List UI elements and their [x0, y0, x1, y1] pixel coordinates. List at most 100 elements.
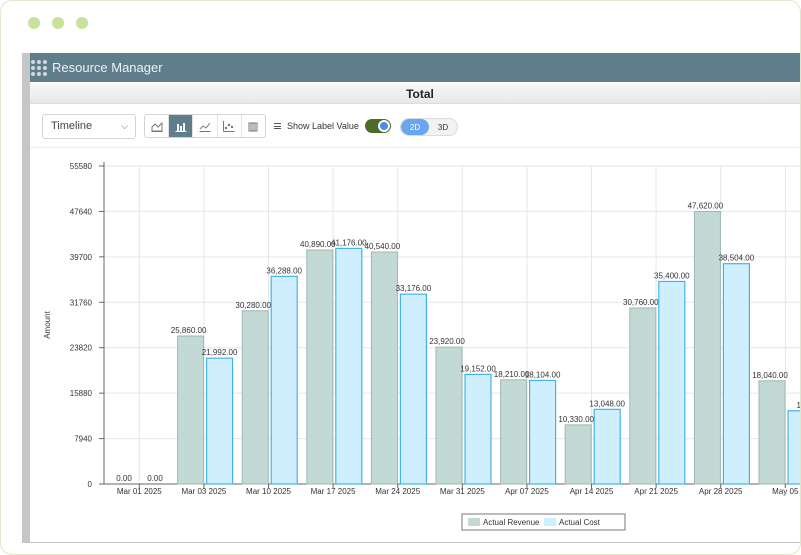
stacked-bar-chart-icon [248, 122, 258, 131]
data-label-actual-cost: 21,992.00 [202, 348, 238, 357]
y-tick-label: 31760 [70, 298, 93, 307]
x-tick-label: Mar 03 2025 [181, 487, 226, 496]
show-label-switch[interactable] [364, 119, 391, 133]
app-title: Resource Manager [52, 60, 163, 75]
bar-actual-cost [464, 373, 492, 485]
data-label-actual-cost: 13,048.00 [589, 399, 625, 408]
title-bar: Resource Manager [30, 53, 800, 82]
area-chart-icon [151, 121, 163, 132]
chart-type-group [144, 114, 266, 138]
bar-actual-revenue [241, 310, 269, 485]
x-tick-label: Mar 24 2025 [375, 487, 420, 496]
y-tick-label: 15880 [70, 389, 93, 398]
bar-actual-cost [399, 293, 427, 485]
legend-label-actual-revenue: Actual Revenue [483, 518, 540, 527]
x-tick-label: Mar 17 2025 [311, 487, 356, 496]
data-label-actual-cost: 36,288.00 [266, 266, 302, 275]
bar-actual-revenue [177, 335, 205, 485]
data-label-actual-revenue: 25,860.00 [171, 326, 207, 335]
data-label-actual-revenue: 30,760.00 [623, 298, 659, 307]
data-label-actual-cost: 35,400.00 [654, 271, 690, 280]
x-tick-label: May 05 [772, 487, 799, 496]
bar-actual-revenue [306, 249, 334, 485]
data-label-actual-revenue: 0.00 [116, 474, 132, 483]
window-dot-icon [76, 17, 88, 29]
bar-actual-revenue [564, 424, 592, 485]
bar-actual-revenue [693, 211, 721, 485]
app-grid-icon[interactable] [31, 59, 47, 76]
y-tick-label: 7940 [74, 435, 92, 444]
x-tick-label: Apr 14 2025 [570, 487, 614, 496]
data-label-actual-cost: 33,176.00 [396, 284, 432, 293]
data-label-actual-cost: 0.00 [147, 474, 163, 483]
data-label-actual-revenue: 23,920.00 [429, 337, 465, 346]
data-label-actual-revenue: 47,620.00 [688, 202, 724, 211]
bar-actual-revenue [500, 379, 528, 485]
window-dots [28, 17, 88, 29]
legend-swatch-actual-revenue [468, 518, 480, 526]
chart-area: 0 7940 15880 23820 31760 39700 47640 55580 Amoun… [30, 147, 801, 542]
x-tick-label: Mar 31 2025 [440, 487, 485, 496]
menu-lines-icon [274, 123, 281, 129]
chart-title-bar: Total [30, 84, 800, 104]
legend-label-actual-cost: Actual Cost [559, 518, 601, 527]
stacked-bar-chart-button[interactable] [242, 115, 265, 137]
app-window: Resource Manager Total Timeline ⌵ Show L… [22, 53, 801, 543]
y-tick-label: 0 [88, 480, 93, 489]
window-dot-icon [52, 17, 64, 29]
screenshot-frame: Resource Manager Total Timeline ⌵ Show L… [0, 0, 801, 555]
scatter-chart-button[interactable] [218, 115, 242, 137]
bar-actual-cost [270, 275, 298, 485]
scatter-chart-icon [223, 120, 235, 132]
chevron-down-icon: ⌵ [121, 121, 128, 131]
show-label-toggle-group: Show Label Value [274, 119, 391, 133]
y-tick-label: 55580 [70, 162, 93, 171]
data-label-actual-cost: 12 [797, 401, 801, 410]
bar-actual-revenue [435, 346, 463, 485]
data-label-actual-cost: 41,176.00 [331, 238, 367, 247]
bar-actual-cost [658, 280, 686, 485]
y-tick-label: 23820 [70, 344, 93, 353]
timeline-select-value: Timeline [51, 120, 93, 132]
dimension-toggle: 2D 3D [400, 118, 458, 136]
bar-actual-revenue [758, 380, 786, 485]
data-label-actual-cost: 19,152.00 [460, 364, 496, 373]
y-tick-label: 39700 [70, 253, 93, 262]
bar-actual-cost [529, 379, 557, 485]
switch-knob [377, 120, 390, 132]
area-chart-button[interactable] [145, 115, 170, 137]
show-label-text: Show Label Value [287, 121, 359, 131]
bar-actual-cost [722, 263, 751, 485]
x-tick-label: Mar 01 2025 [117, 487, 162, 496]
data-label-actual-cost: 18,104.00 [525, 370, 561, 379]
x-tick-label: Apr 07 2025 [505, 487, 549, 496]
dimension-2d-button[interactable]: 2D [401, 119, 429, 135]
line-chart-icon [199, 122, 211, 132]
timeline-select[interactable]: Timeline ⌵ [42, 114, 136, 139]
x-tick-label: Mar 10 2025 [246, 487, 291, 496]
x-tick-label: Apr 28 2025 [699, 487, 743, 496]
bar-chart: 0 7940 15880 23820 31760 39700 47640 55580 Amoun… [43, 162, 801, 531]
data-label-actual-revenue: 10,330.00 [558, 415, 594, 424]
data-label-actual-revenue: 40,540.00 [365, 242, 401, 251]
y-tick-label: 47640 [70, 207, 93, 216]
bar-chart-button[interactable] [169, 115, 194, 137]
total-title: Total [406, 87, 434, 101]
y-axis-label: Amount [43, 310, 52, 338]
bar-actual-cost [787, 410, 800, 485]
window-dot-icon [28, 17, 40, 29]
legend-swatch-actual-cost [544, 518, 556, 526]
data-label-actual-revenue: 18,040.00 [752, 371, 788, 380]
bar-actual-cost [593, 408, 621, 485]
data-label-actual-revenue: 30,280.00 [235, 301, 271, 310]
bar-actual-cost [335, 247, 363, 485]
bar-chart-icon [175, 122, 187, 132]
bar-actual-cost [206, 357, 234, 485]
dimension-3d-button[interactable]: 3D [429, 119, 457, 135]
line-chart-button[interactable] [193, 115, 218, 137]
bar-actual-revenue [370, 251, 398, 485]
bar-actual-revenue [629, 307, 657, 485]
chart-toolbar: Timeline ⌵ Show Label Value 2D 3D [30, 113, 800, 141]
x-tick-label: Apr 21 2025 [634, 487, 678, 496]
data-label-actual-cost: 38,504.00 [719, 254, 755, 263]
